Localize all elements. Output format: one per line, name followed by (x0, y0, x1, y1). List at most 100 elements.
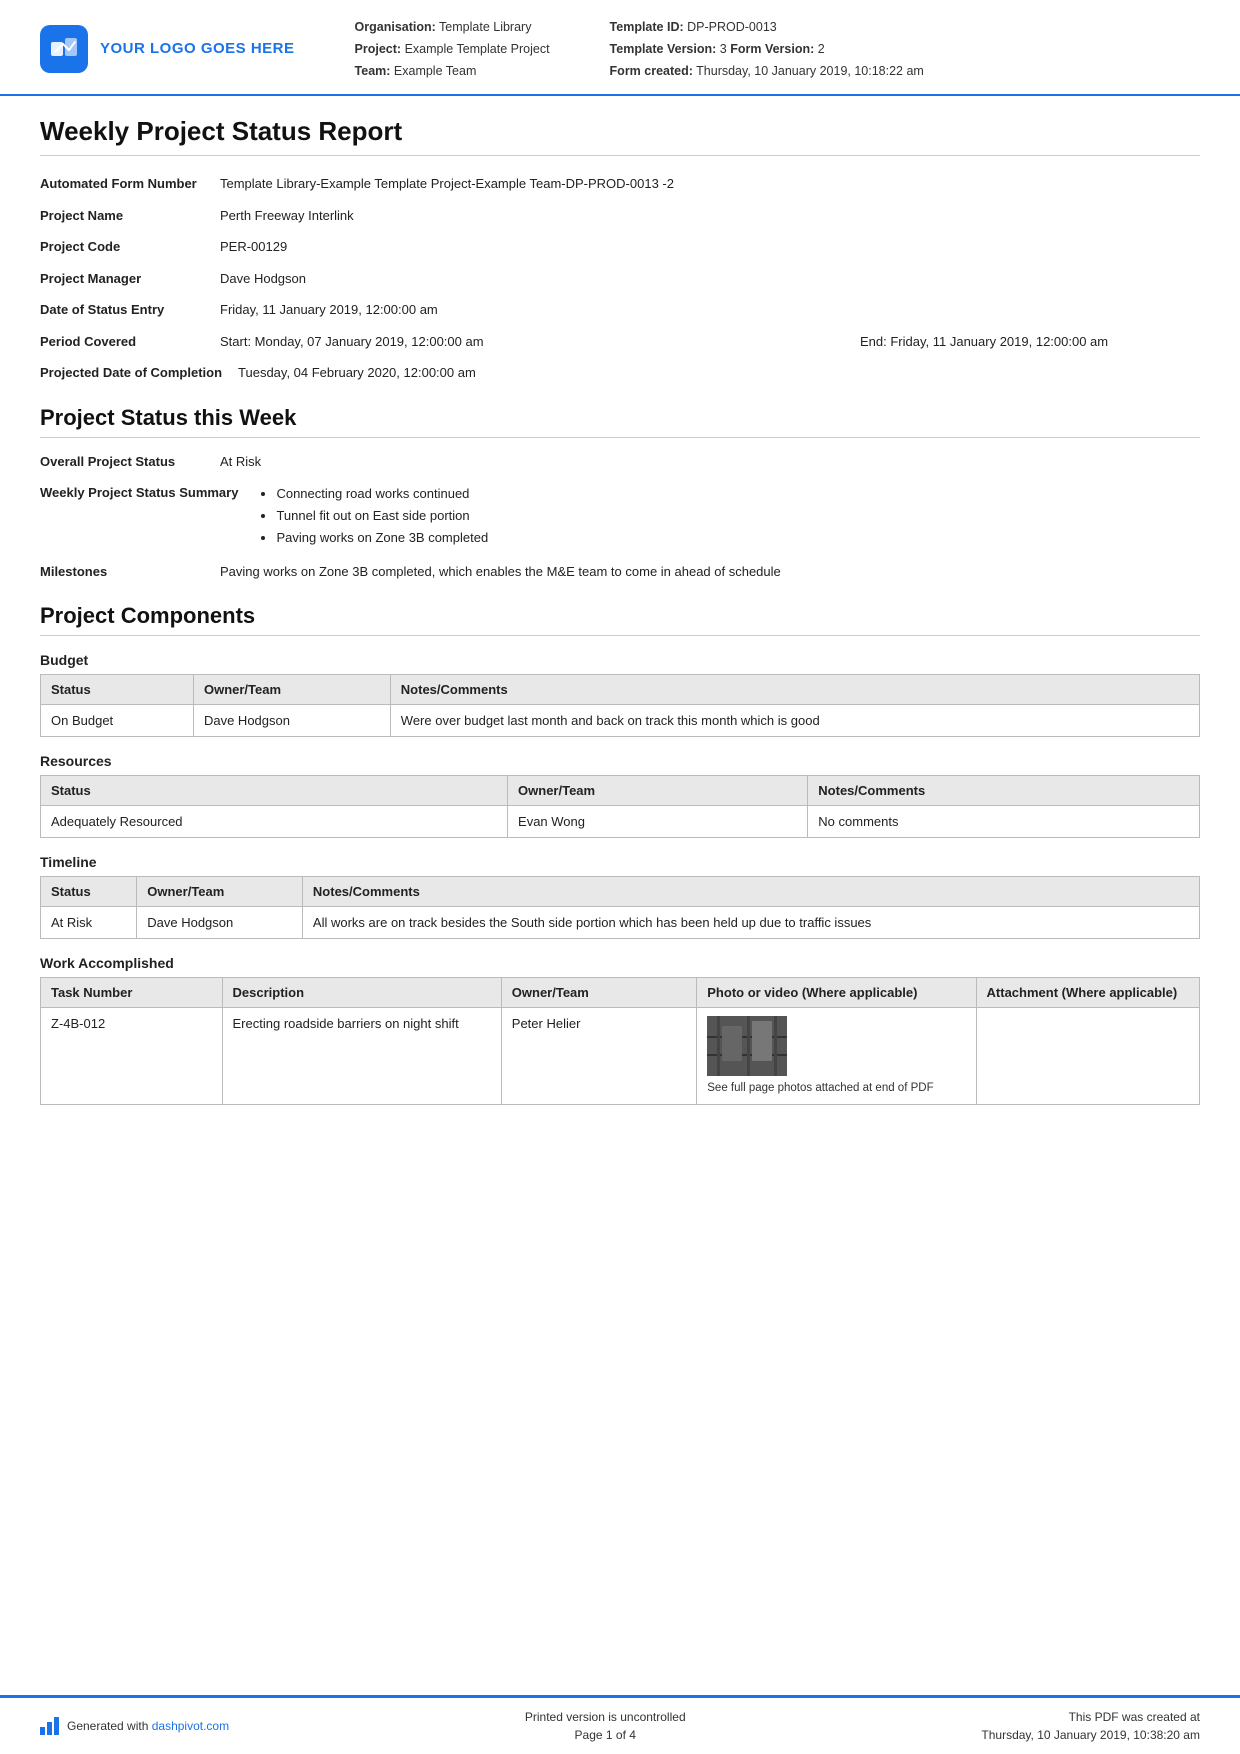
timeline-owner: Dave Hodgson (137, 907, 303, 939)
field-project-manager: Project Manager Dave Hodgson (40, 269, 1200, 289)
table-row: Adequately Resourced Evan Wong No commen… (41, 806, 1200, 838)
photo-thumbnail (707, 1016, 787, 1076)
field-weekly-summary: Weekly Project Status Summary Connecting… (40, 483, 1200, 549)
field-period-covered: Period Covered Start: Monday, 07 January… (40, 332, 1200, 352)
timeline-col-status: Status (41, 877, 137, 907)
page-header: YOUR LOGO GOES HERE Organisation: Templa… (0, 0, 1240, 96)
field-project-name: Project Name Perth Freeway Interlink (40, 206, 1200, 226)
list-item: Paving works on Zone 3B completed (276, 527, 1200, 549)
footer-right: This PDF was created at Thursday, 10 Jan… (981, 1708, 1200, 1744)
logo-text: YOUR LOGO GOES HERE (100, 39, 295, 59)
field-project-code: Project Code PER-00129 (40, 237, 1200, 257)
table-header-row: Task Number Description Owner/Team Photo… (41, 978, 1200, 1008)
form-created-row: Form created: Thursday, 10 January 2019,… (610, 62, 924, 81)
footer-left: Generated with dashpivot.com (40, 1717, 229, 1735)
logo-area: YOUR LOGO GOES HERE (40, 18, 295, 80)
budget-status: On Budget (41, 705, 194, 737)
field-automated-form-number: Automated Form Number Template Library-E… (40, 174, 1200, 194)
field-value-projected: Tuesday, 04 February 2020, 12:00:00 am (238, 363, 1200, 383)
field-value-project-code: PER-00129 (220, 237, 1200, 257)
resources-col-owner: Owner/Team (508, 776, 808, 806)
field-overall-status: Overall Project Status At Risk (40, 452, 1200, 472)
field-value-project-manager: Dave Hodgson (220, 269, 1200, 289)
field-label-projected: Projected Date of Completion (40, 363, 238, 383)
field-milestones: Milestones Paving works on Zone 3B compl… (40, 562, 1200, 582)
generated-text: Generated with dashpivot.com (67, 1719, 229, 1733)
header-meta-left: Organisation: Template Library Project: … (355, 18, 550, 80)
resources-col-notes: Notes/Comments (808, 776, 1200, 806)
page-uncontrolled-label: Printed version is uncontrolled (525, 1708, 686, 1726)
field-label-overall-status: Overall Project Status (40, 452, 220, 472)
resources-col-status: Status (41, 776, 508, 806)
field-label-period: Period Covered (40, 332, 220, 352)
timeline-subsection-heading: Timeline (40, 854, 1200, 870)
table-header-row: Status Owner/Team Notes/Comments (41, 877, 1200, 907)
header-meta-right: Template ID: DP-PROD-0013 Template Versi… (610, 18, 924, 80)
field-projected-completion: Projected Date of Completion Tuesday, 04… (40, 363, 1200, 383)
work-accomplished-subsection-heading: Work Accomplished (40, 955, 1200, 971)
weekly-summary-list: Connecting road works continued Tunnel f… (254, 483, 1200, 549)
timeline-col-notes: Notes/Comments (302, 877, 1199, 907)
work-attachment (976, 1008, 1199, 1105)
table-row: At Risk Dave Hodgson All works are on tr… (41, 907, 1200, 939)
work-col-owner: Owner/Team (501, 978, 696, 1008)
table-header-row: Status Owner/Team Notes/Comments (41, 675, 1200, 705)
dashpivot-link[interactable]: dashpivot.com (152, 1719, 229, 1733)
header-meta: Organisation: Template Library Project: … (315, 18, 1200, 80)
pdf-created-value: Thursday, 10 January 2019, 10:38:20 am (981, 1726, 1200, 1744)
field-label-project-code: Project Code (40, 237, 220, 257)
dashpivot-icon (40, 1717, 59, 1735)
resources-subsection-heading: Resources (40, 753, 1200, 769)
work-photo: See full page photos attached at end of … (697, 1008, 976, 1105)
work-description: Erecting roadside barriers on night shif… (222, 1008, 501, 1105)
field-value-overall-status: At Risk (220, 452, 1200, 472)
photo-caption: See full page photos attached at end of … (707, 1080, 965, 1096)
field-value-project-name: Perth Freeway Interlink (220, 206, 1200, 226)
work-accomplished-table: Task Number Description Owner/Team Photo… (40, 977, 1200, 1105)
budget-col-owner: Owner/Team (193, 675, 390, 705)
work-task: Z-4B-012 (41, 1008, 223, 1105)
field-label-weekly-summary: Weekly Project Status Summary (40, 483, 254, 503)
resources-table: Status Owner/Team Notes/Comments Adequat… (40, 775, 1200, 838)
timeline-col-owner: Owner/Team (137, 877, 303, 907)
field-value-period-end: End: Friday, 11 January 2019, 12:00:00 a… (860, 332, 1200, 352)
project-row: Project: Example Template Project (355, 40, 550, 59)
table-header-row: Status Owner/Team Notes/Comments (41, 776, 1200, 806)
field-value-milestones: Paving works on Zone 3B completed, which… (220, 562, 1200, 582)
work-col-task: Task Number (41, 978, 223, 1008)
work-col-desc: Description (222, 978, 501, 1008)
work-owner: Peter Helier (501, 1008, 696, 1105)
template-id-row: Template ID: DP-PROD-0013 (610, 18, 924, 37)
table-row: On Budget Dave Hodgson Were over budget … (41, 705, 1200, 737)
field-date-status-entry: Date of Status Entry Friday, 11 January … (40, 300, 1200, 320)
team-row: Team: Example Team (355, 62, 550, 81)
budget-owner: Dave Hodgson (193, 705, 390, 737)
template-version-row: Template Version: 3 Form Version: 2 (610, 40, 924, 59)
work-col-attach: Attachment (Where applicable) (976, 978, 1199, 1008)
status-section-heading: Project Status this Week (40, 405, 1200, 438)
budget-col-notes: Notes/Comments (390, 675, 1199, 705)
field-label-automated: Automated Form Number (40, 174, 220, 194)
field-value-automated: Template Library-Example Template Projec… (220, 174, 1200, 194)
logo-icon (40, 25, 88, 73)
table-row: Z-4B-012 Erecting roadside barriers on n… (41, 1008, 1200, 1105)
resources-notes: No comments (808, 806, 1200, 838)
main-content: Weekly Project Status Report Automated F… (0, 96, 1240, 1695)
list-item: Tunnel fit out on East side portion (276, 505, 1200, 527)
budget-subsection-heading: Budget (40, 652, 1200, 668)
footer-center: Printed version is uncontrolled Page 1 o… (525, 1708, 686, 1744)
field-label-project-name: Project Name (40, 206, 220, 226)
work-col-photo: Photo or video (Where applicable) (697, 978, 976, 1008)
resources-owner: Evan Wong (508, 806, 808, 838)
pdf-created-label: This PDF was created at (981, 1708, 1200, 1726)
budget-col-status: Status (41, 675, 194, 705)
field-label-milestones: Milestones (40, 562, 220, 582)
timeline-notes: All works are on track besides the South… (302, 907, 1199, 939)
field-value-weekly-summary: Connecting road works continued Tunnel f… (254, 483, 1200, 549)
resources-status: Adequately Resourced (41, 806, 508, 838)
field-value-date-status: Friday, 11 January 2019, 12:00:00 am (220, 300, 1200, 320)
page-number: Page 1 of 4 (525, 1726, 686, 1744)
field-label-project-manager: Project Manager (40, 269, 220, 289)
page-footer: Generated with dashpivot.com Printed ver… (0, 1695, 1240, 1754)
list-item: Connecting road works continued (276, 483, 1200, 505)
